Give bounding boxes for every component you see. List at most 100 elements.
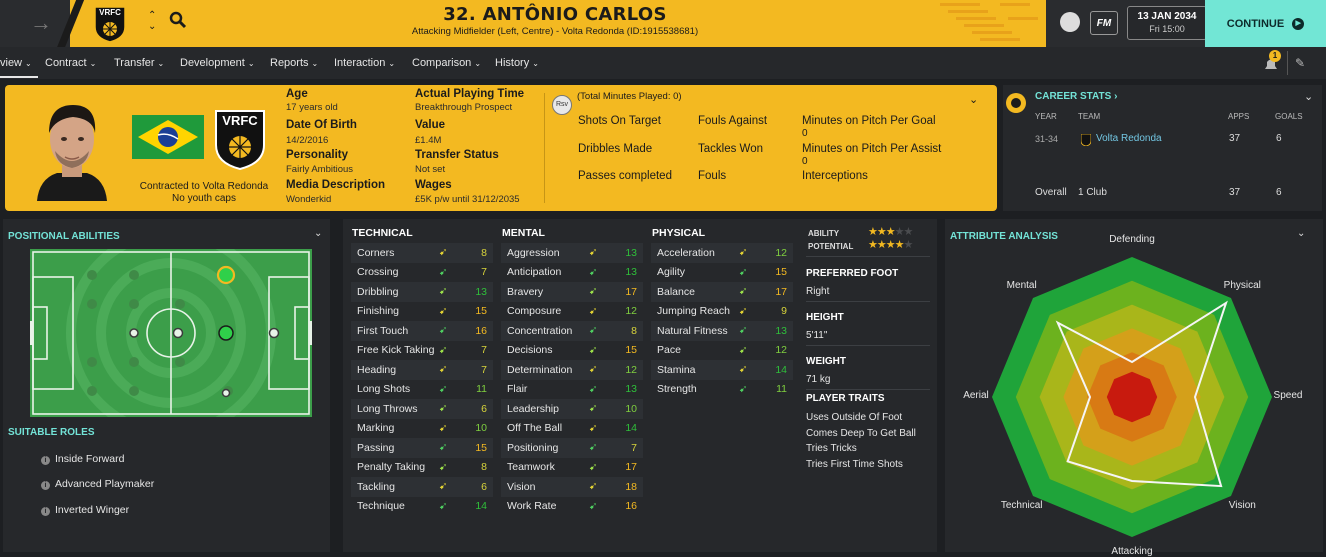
- nav-tab-interaction[interactable]: Interaction ⌄: [334, 57, 395, 69]
- personality-value: Fairly Ambitious: [286, 164, 354, 175]
- notifications-icon[interactable]: 1: [1262, 50, 1281, 73]
- stat-mins-per-goal: Minutes on Pitch Per Goal: [802, 115, 936, 127]
- attribute-row[interactable]: Penalty Taking ➹ 8: [351, 458, 493, 478]
- attribute-row[interactable]: Agility ➹ 15: [651, 263, 793, 283]
- reserve-badge[interactable]: Rsv: [552, 95, 572, 115]
- attribute-row[interactable]: Strength ➹ 11: [651, 380, 793, 400]
- role-item[interactable]: i Inside Forward: [41, 453, 124, 465]
- chevron-down-icon: ⌄: [89, 59, 97, 68]
- player-name: 32. ANTÔNIO CARLOS: [443, 4, 667, 25]
- attribute-row[interactable]: Acceleration ➹ 12: [651, 243, 793, 263]
- chevron-down-icon[interactable]: ⌄: [314, 228, 322, 239]
- trend-arrow-icon: ➹: [739, 266, 748, 278]
- radar-axis-label: Physical: [1223, 279, 1261, 291]
- attribute-row[interactable]: Vision ➹ 18: [501, 477, 643, 497]
- stat-mins-per-goal-value: 0: [802, 128, 808, 139]
- trend-arrow-icon: ➹: [439, 442, 448, 454]
- attribute-value: 7: [481, 344, 487, 357]
- attribute-value: 7: [481, 363, 487, 376]
- attribute-row[interactable]: Jumping Reach ➹ 9: [651, 302, 793, 322]
- nav-tab-history[interactable]: History ⌄: [495, 57, 539, 69]
- attribute-row[interactable]: First Touch ➹ 16: [351, 321, 493, 341]
- career-stats-title[interactable]: CAREER STATS ›: [1035, 91, 1117, 102]
- career-overall-goals: 6: [1276, 187, 1282, 198]
- role-item[interactable]: i Advanced Playmaker: [41, 478, 154, 490]
- trend-arrow-icon: ➹: [589, 442, 598, 454]
- nav-tab-reports[interactable]: Reports ⌄: [270, 57, 318, 69]
- career-overall-team: 1 Club: [1078, 187, 1107, 198]
- attribute-row[interactable]: Tackling ➹ 6: [351, 477, 493, 497]
- nav-tab-transfer[interactable]: Transfer ⌄: [114, 57, 164, 69]
- attribute-row[interactable]: Natural Fitness ➹ 13: [651, 321, 793, 341]
- attribute-row[interactable]: Balance ➹ 17: [651, 282, 793, 302]
- attribute-row[interactable]: Corners ➹ 8: [351, 243, 493, 263]
- attribute-row[interactable]: Composure ➹ 12: [501, 302, 643, 322]
- attribute-row[interactable]: Positioning ➹ 7: [501, 438, 643, 458]
- career-stats-panel: CAREER STATS › ⌄ YEAR TEAM APPS GOALS 31…: [1003, 85, 1322, 211]
- trend-arrow-icon: ➹: [589, 305, 598, 317]
- attribute-row[interactable]: Off The Ball ➹ 14: [501, 419, 643, 439]
- attribute-row[interactable]: Long Throws ➹ 6: [351, 399, 493, 419]
- player-switch-icon[interactable]: ⌃ ⌄: [148, 10, 156, 32]
- attribute-row[interactable]: Dribbling ➹ 13: [351, 282, 493, 302]
- info-icon: i: [41, 456, 50, 465]
- fm-menu-button[interactable]: FM: [1090, 11, 1118, 35]
- edit-pencil-icon[interactable]: ✎: [1295, 56, 1305, 70]
- nav-tab-comparison[interactable]: Comparison ⌄: [412, 57, 481, 69]
- back-arrow-icon[interactable]: →: [30, 10, 52, 36]
- star-icon: ★: [876, 239, 887, 251]
- continue-button[interactable]: CONTINUE ▶: [1205, 0, 1326, 47]
- attribute-row[interactable]: Leadership ➹ 10: [501, 399, 643, 419]
- age-value: 17 years old: [286, 102, 338, 113]
- search-icon[interactable]: [168, 10, 188, 30]
- attribute-row[interactable]: Anticipation ➹ 13: [501, 263, 643, 283]
- attribute-value: 6: [481, 480, 487, 493]
- attribute-row[interactable]: Heading ➹ 7: [351, 360, 493, 380]
- attribute-row[interactable]: Bravery ➹ 17: [501, 282, 643, 302]
- nav-tab-overview[interactable]: view ⌄: [0, 57, 32, 69]
- attribute-row[interactable]: Flair ➹ 13: [501, 380, 643, 400]
- date-display[interactable]: 13 JAN 2034 Fri 15:00: [1127, 6, 1207, 40]
- attribute-value: 13: [625, 246, 637, 259]
- attribute-row[interactable]: Passing ➹ 15: [351, 438, 493, 458]
- career-row-team[interactable]: Volta Redonda: [1096, 133, 1162, 144]
- club-crest-icon[interactable]: VRFC: [93, 5, 127, 43]
- trend-arrow-icon: ➹: [439, 383, 448, 395]
- attribute-name: Finishing: [357, 305, 400, 318]
- preferred-foot-label: PREFERRED FOOT: [806, 268, 899, 279]
- attribute-row[interactable]: Work Rate ➹ 16: [501, 497, 643, 517]
- attribute-value: 7: [481, 266, 487, 279]
- chevron-down-icon[interactable]: ⌄: [969, 93, 978, 106]
- attribute-row[interactable]: Decisions ➹ 15: [501, 341, 643, 361]
- media-label: Media Description: [286, 179, 386, 191]
- attribute-row[interactable]: Teamwork ➹ 17: [501, 458, 643, 478]
- stat-dribbles-made: Dribbles Made: [578, 143, 653, 155]
- attribute-row[interactable]: Free Kick Taking ➹ 7: [351, 341, 493, 361]
- nav-tab-contract[interactable]: Contract ⌄: [45, 57, 96, 69]
- attribute-row[interactable]: Technique ➹ 14: [351, 497, 493, 517]
- info-divider: [806, 345, 930, 346]
- club-world-icon[interactable]: [1060, 12, 1080, 32]
- player-traits-label: PLAYER TRAITS: [806, 393, 885, 404]
- attribute-row[interactable]: Crossing ➹ 7: [351, 263, 493, 283]
- trend-arrow-icon: ➹: [739, 383, 748, 395]
- attribute-row[interactable]: Pace ➹ 12: [651, 341, 793, 361]
- positional-abilities-title: POSITIONAL ABILITIES: [8, 231, 120, 242]
- attribute-row[interactable]: Long Shots ➹ 11: [351, 380, 493, 400]
- attribute-name: Off The Ball: [507, 422, 563, 435]
- attribute-row[interactable]: Determination ➹ 12: [501, 360, 643, 380]
- wages-label: Wages: [415, 179, 452, 191]
- radar-ring: [1106, 371, 1158, 423]
- nav-tab-development[interactable]: Development ⌄: [180, 57, 255, 69]
- chevron-down-icon[interactable]: ⌄: [1304, 90, 1313, 103]
- attribute-name: Strength: [657, 383, 697, 396]
- attribute-row[interactable]: Marking ➹ 10: [351, 419, 493, 439]
- attribute-row[interactable]: Aggression ➹ 13: [501, 243, 643, 263]
- attribute-name: Technique: [357, 500, 405, 513]
- attribute-row[interactable]: Concentration ➹ 8: [501, 321, 643, 341]
- attribute-row[interactable]: Finishing ➹ 15: [351, 302, 493, 322]
- attribute-row[interactable]: Stamina ➹ 14: [651, 360, 793, 380]
- role-item[interactable]: i Inverted Winger: [41, 504, 129, 516]
- radar-axis-label: Mental: [1006, 279, 1037, 291]
- nav-active-indicator: [0, 76, 38, 78]
